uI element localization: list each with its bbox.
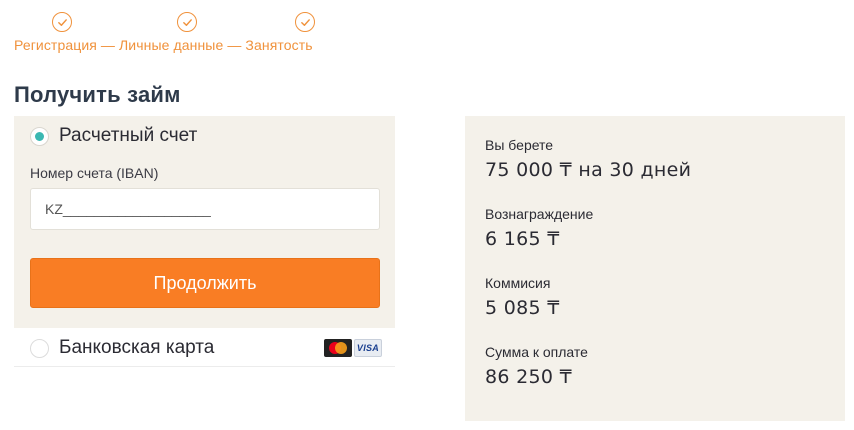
summary-value: 5 085 ₸ <box>485 297 560 319</box>
visa-logo: VISA <box>354 339 382 357</box>
loan-summary-panel: Вы берете 75 000 ₸ на 30 дней Вознагражд… <box>465 116 845 421</box>
card-method-row[interactable]: Банковская карта VISA <box>14 328 395 367</box>
card-option-label[interactable]: Банковская карта <box>59 337 214 359</box>
summary-label: Коммисия <box>485 275 551 291</box>
mastercard-logo <box>324 339 352 357</box>
check-circle-icon <box>52 12 72 32</box>
summary-value: 86 250 ₸ <box>485 366 573 388</box>
summary-value: 6 165 ₸ <box>485 228 560 250</box>
iban-input[interactable] <box>30 188 380 230</box>
check-circle-icon <box>177 12 197 32</box>
account-option-label[interactable]: Расчетный счет <box>59 125 197 147</box>
card-logos: VISA <box>324 339 382 357</box>
card-radio[interactable] <box>30 339 49 358</box>
iban-label: Номер счета (IBAN) <box>30 165 159 181</box>
page-title: Получить займ <box>14 82 181 107</box>
continue-button[interactable]: Продолжить <box>30 258 380 308</box>
progress-stepper: Регистрация — Личные данные — Занятость <box>14 12 354 56</box>
stepper-labels: Регистрация — Личные данные — Занятость <box>14 37 313 53</box>
summary-label: Сумма к оплате <box>485 344 588 360</box>
account-radio[interactable] <box>30 127 49 146</box>
summary-label: Вы берете <box>485 137 554 153</box>
check-circle-icon <box>295 12 315 32</box>
summary-label: Вознаграждение <box>485 206 594 222</box>
summary-value: 75 000 ₸ на 30 дней <box>485 159 692 181</box>
account-method-panel: Расчетный счет Номер счета (IBAN) Продол… <box>14 116 395 328</box>
